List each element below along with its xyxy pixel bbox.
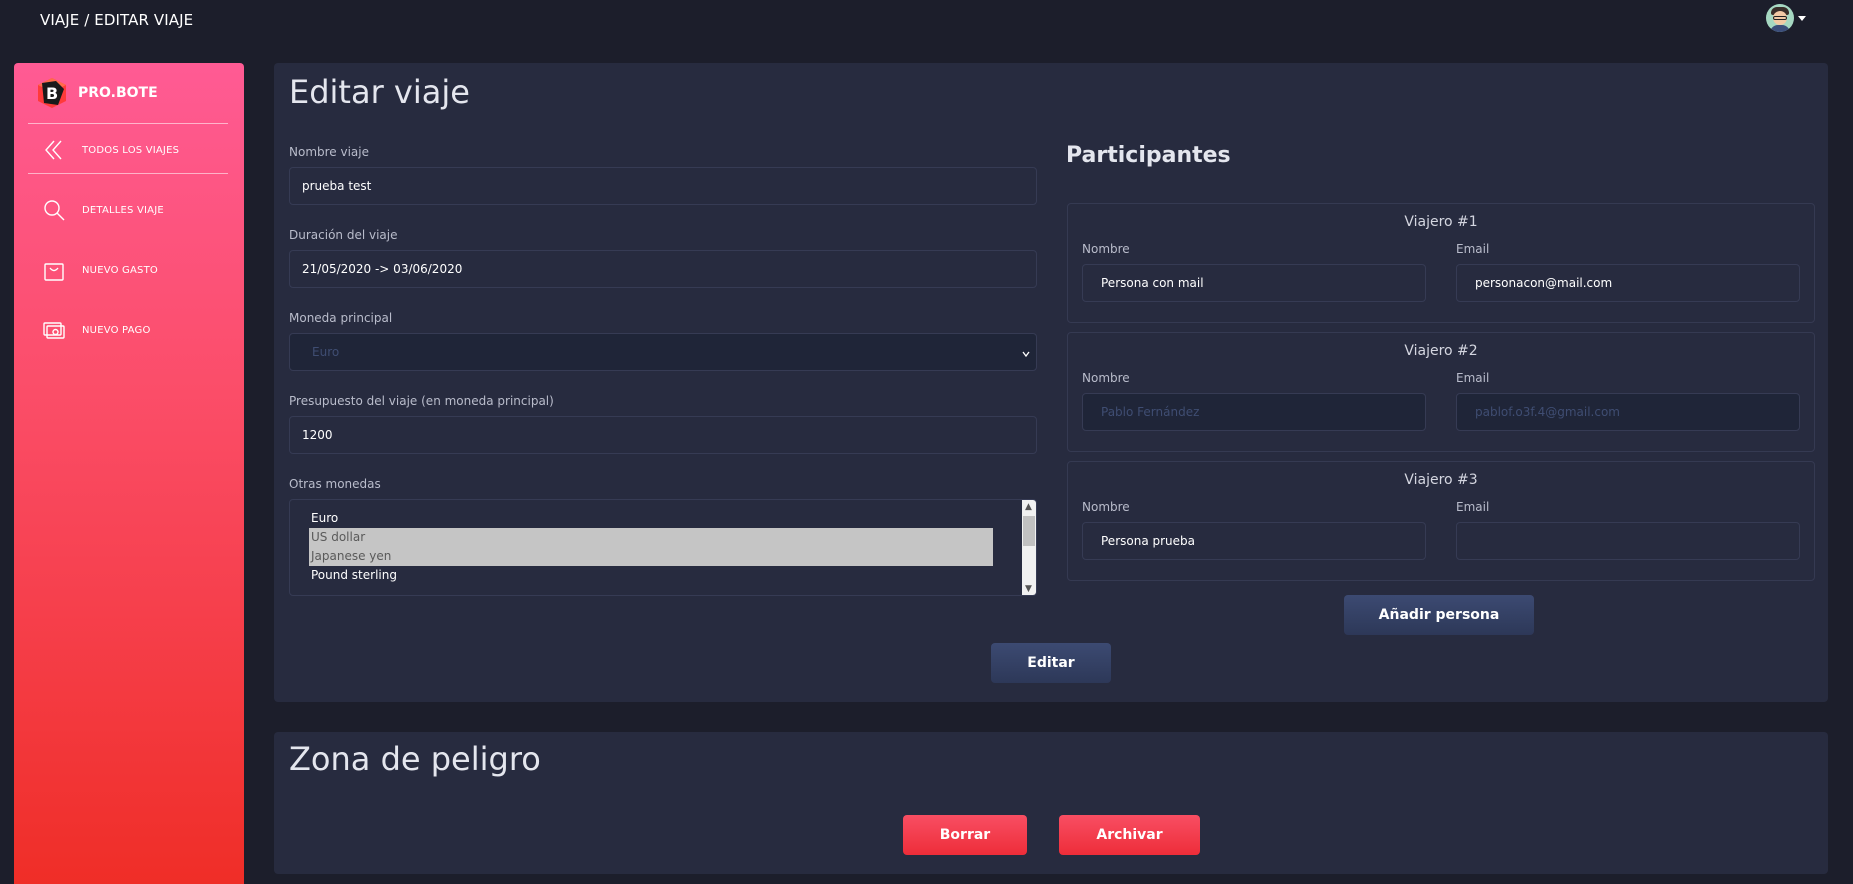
currency-option[interactable]: Euro <box>309 509 993 528</box>
chevron-down-icon <box>1022 347 1030 358</box>
breadcrumb: VIAJE / EDITAR VIAJE <box>40 11 194 29</box>
sidebar-item-label: NUEVO PAGO <box>82 324 151 336</box>
traveler-email-label: Email <box>1456 371 1490 385</box>
delete-button[interactable]: Borrar <box>903 815 1027 855</box>
scroll-down-icon[interactable]: ▼ <box>1025 584 1032 594</box>
sidebar-item-nuevo-pago[interactable]: NUEVO PAGO <box>40 313 230 347</box>
trip-name-label: Nombre viaje <box>289 145 369 159</box>
traveler-name-label: Nombre <box>1082 371 1130 385</box>
add-person-button[interactable]: Añadir persona <box>1344 595 1534 635</box>
traveler-email-label: Email <box>1456 500 1490 514</box>
page-title: Editar viaje <box>289 73 470 111</box>
avatar[interactable] <box>1766 4 1794 32</box>
top-bar: VIAJE / EDITAR VIAJE <box>0 0 1853 44</box>
caret-down-icon[interactable] <box>1798 15 1806 21</box>
edit-button[interactable]: Editar <box>991 643 1111 683</box>
main-currency-value: Euro <box>312 345 340 359</box>
cash-icon <box>40 316 68 344</box>
traveler-name-input[interactable]: Persona prueba <box>1082 522 1426 560</box>
shopping-bag-icon <box>40 256 68 284</box>
sidebar-divider <box>28 123 228 124</box>
sidebar-item-label: DETALLES VIAJE <box>82 204 164 216</box>
currency-option[interactable]: US dollar <box>309 528 993 547</box>
danger-zone-card: Zona de peligro Borrar Archivar <box>274 732 1828 874</box>
traveler-email-input[interactable] <box>1456 522 1800 560</box>
brand-logo-icon: B <box>36 77 68 109</box>
sidebar-item-label: NUEVO GASTO <box>82 264 158 276</box>
duration-label: Duración del viaje <box>289 228 398 242</box>
archive-button[interactable]: Archivar <box>1059 815 1200 855</box>
danger-zone-title: Zona de peligro <box>289 740 541 778</box>
sidebar-item-todos-los-viajes[interactable]: TODOS LOS VIAJES <box>40 133 230 167</box>
trip-name-input[interactable]: prueba test <box>289 167 1037 205</box>
main-currency-label: Moneda principal <box>289 311 393 325</box>
traveler-card: Viajero #2 Nombre Email Pablo Fernández … <box>1067 332 1815 452</box>
main-currency-select[interactable]: Euro <box>289 333 1037 371</box>
brand-name: PRO.BOTE <box>78 85 158 101</box>
traveler-email-input[interactable]: pablof.o3f.4@gmail.com <box>1456 393 1800 431</box>
traveler-name-label: Nombre <box>1082 242 1130 256</box>
budget-input[interactable]: 1200 <box>289 416 1037 454</box>
traveler-email-label: Email <box>1456 242 1490 256</box>
traveler-card: Viajero #3 Nombre Email Persona prueba <box>1067 461 1815 581</box>
sidebar-divider <box>28 173 228 174</box>
traveler-name-label: Nombre <box>1082 500 1130 514</box>
traveler-title: Viajero #1 <box>1404 214 1478 230</box>
scroll-thumb[interactable] <box>1023 516 1035 546</box>
currency-option[interactable]: Pound sterling <box>309 566 993 585</box>
traveler-title: Viajero #2 <box>1404 343 1478 359</box>
user-menu[interactable] <box>1766 4 1814 32</box>
svg-text:B: B <box>46 84 58 103</box>
brand[interactable]: B PRO.BOTE <box>36 77 158 109</box>
sidebar-item-detalles-viaje[interactable]: DETALLES VIAJE <box>40 193 230 227</box>
duration-input[interactable]: 21/05/2020 -> 03/06/2020 <box>289 250 1037 288</box>
traveler-title: Viajero #3 <box>1404 472 1478 488</box>
sidebar-item-label: TODOS LOS VIAJES <box>82 144 180 156</box>
traveler-card: Viajero #1 Nombre Email Persona con mail… <box>1067 203 1815 323</box>
traveler-name-input[interactable]: Persona con mail <box>1082 264 1426 302</box>
search-icon <box>40 196 68 224</box>
scroll-up-icon[interactable]: ▲ <box>1025 502 1032 512</box>
chevrons-left-icon <box>40 136 68 164</box>
participants-title: Participantes <box>1066 143 1231 168</box>
budget-label: Presupuesto del viaje (en moneda princip… <box>289 394 554 408</box>
traveler-email-input[interactable]: personacon@mail.com <box>1456 264 1800 302</box>
sidebar: B PRO.BOTE TODOS LOS VIAJES DETALLES VIA… <box>14 63 244 884</box>
sidebar-item-nuevo-gasto[interactable]: NUEVO GASTO <box>40 253 230 287</box>
listbox-scrollbar[interactable]: ▲ ▼ <box>1022 500 1036 595</box>
currency-option[interactable]: Japanese yen <box>309 547 993 566</box>
other-currencies-label: Otras monedas <box>289 477 381 491</box>
other-currencies-listbox[interactable]: Euro US dollar Japanese yen Pound sterli… <box>289 499 1037 596</box>
traveler-name-input[interactable]: Pablo Fernández <box>1082 393 1426 431</box>
